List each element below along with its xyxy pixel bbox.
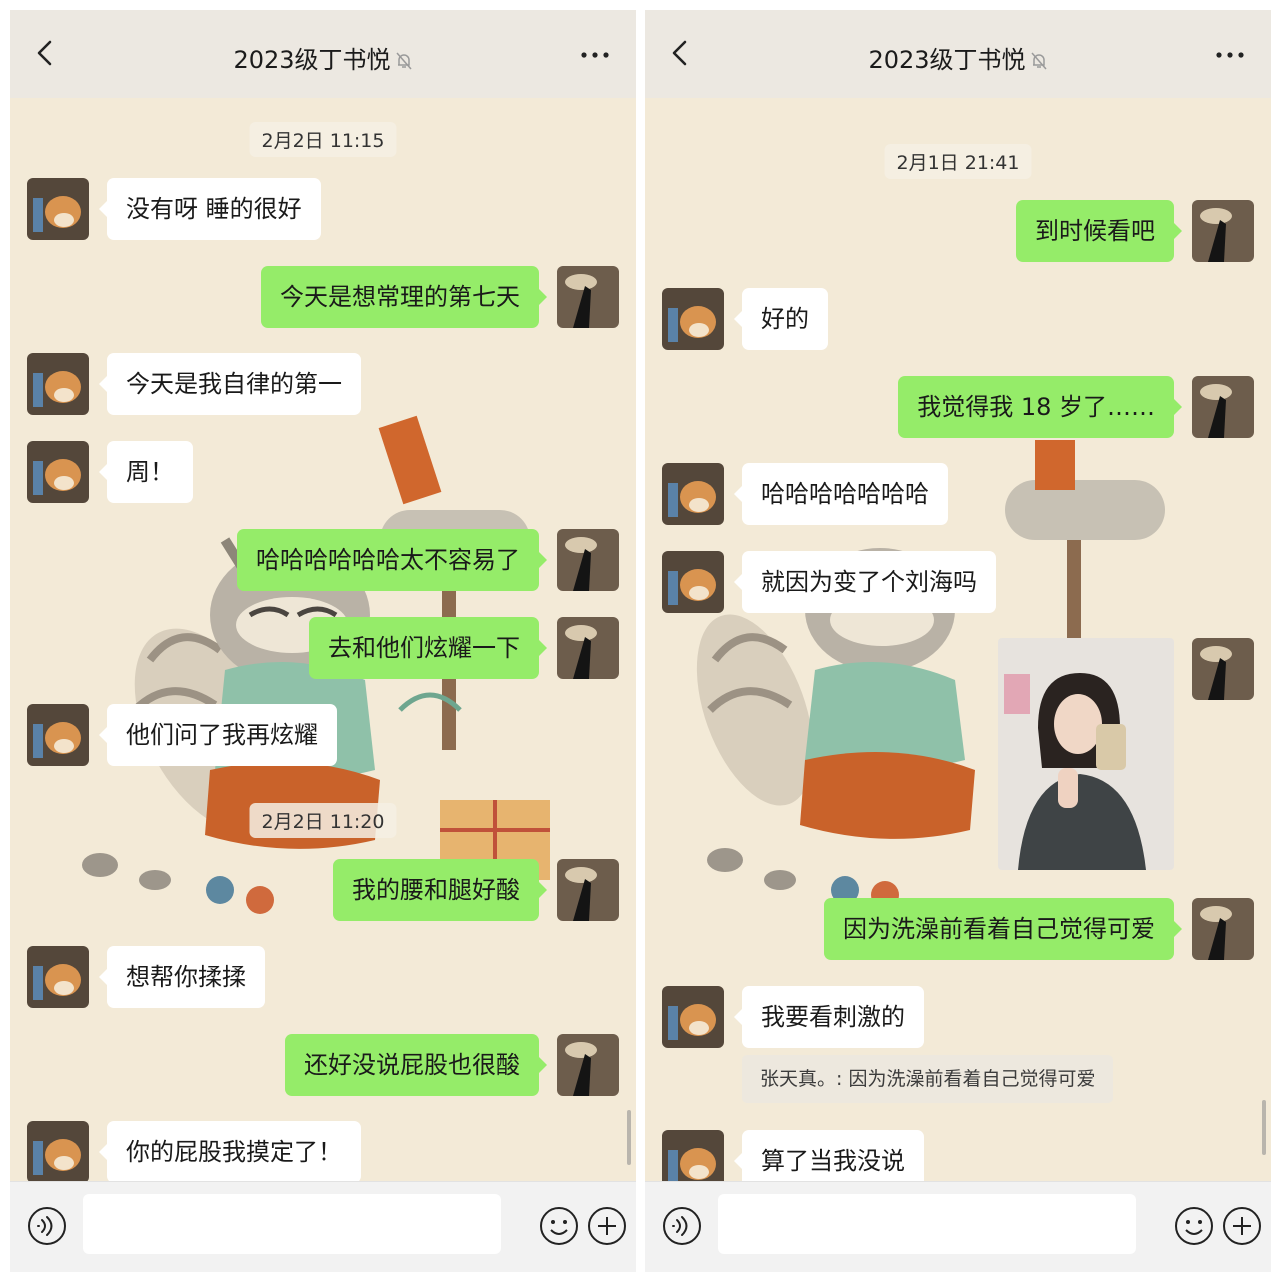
sent-photo[interactable] bbox=[998, 638, 1174, 870]
contact-avatar[interactable] bbox=[27, 353, 89, 415]
chat-screen-left: 2023级丁书悦 2月2日 11:15 没有呀 睡的很好 今天是想常理的第七天 … bbox=[10, 10, 636, 1272]
bell-slash-icon bbox=[395, 52, 412, 70]
scrollbar[interactable] bbox=[1262, 1100, 1266, 1155]
emoji-icon[interactable] bbox=[1174, 1206, 1214, 1246]
contact-avatar[interactable] bbox=[27, 946, 89, 1008]
message-bubble[interactable]: 他们问了我再炫耀 bbox=[99, 704, 337, 766]
contact-avatar[interactable] bbox=[662, 463, 724, 525]
contact-avatar[interactable] bbox=[662, 986, 724, 1048]
message-bubble[interactable]: 哈哈哈哈哈哈哈 bbox=[734, 463, 948, 525]
chat-title: 2023级丁书悦 bbox=[868, 46, 1026, 74]
contact-avatar[interactable] bbox=[27, 178, 89, 240]
message-bubble[interactable]: 哈哈哈哈哈哈太不容易了 bbox=[237, 529, 547, 591]
user-avatar[interactable] bbox=[557, 1034, 619, 1096]
input-bar bbox=[645, 1181, 1271, 1272]
message-bubble[interactable]: 今天是想常理的第七天 bbox=[261, 266, 547, 328]
message-bubble[interactable]: 就因为变了个刘海吗 bbox=[734, 551, 996, 613]
timestamp: 2月2日 11:20 bbox=[249, 803, 397, 838]
timestamp: 2月2日 11:15 bbox=[249, 122, 397, 157]
message-bubble[interactable]: 我觉得我 18 岁了…… bbox=[898, 376, 1182, 438]
message-bubble[interactable]: 还好没说屁股也很酸 bbox=[285, 1034, 547, 1096]
plus-circle-icon[interactable] bbox=[1222, 1206, 1262, 1246]
input-bar bbox=[10, 1181, 636, 1272]
message-bubble[interactable]: 没有呀 睡的很好 bbox=[99, 178, 321, 240]
chat-title-wrap: 2023级丁书悦 bbox=[645, 40, 1271, 75]
timestamp: 2月1日 21:41 bbox=[884, 144, 1032, 179]
message-bubble[interactable]: 到时候看吧 bbox=[1016, 200, 1182, 262]
contact-avatar[interactable] bbox=[27, 441, 89, 503]
user-avatar[interactable] bbox=[1192, 200, 1254, 262]
chat-title-wrap: 2023级丁书悦 bbox=[10, 40, 636, 75]
ellipsis-icon[interactable] bbox=[580, 50, 610, 60]
voice-input-icon[interactable] bbox=[27, 1206, 67, 1246]
message-bubble[interactable]: 好的 bbox=[734, 288, 828, 350]
voice-input-icon[interactable] bbox=[662, 1206, 702, 1246]
scrollbar[interactable] bbox=[627, 1110, 631, 1165]
chat-title: 2023级丁书悦 bbox=[233, 46, 391, 74]
message-bubble[interactable]: 想帮你揉揉 bbox=[99, 946, 265, 1008]
user-avatar[interactable] bbox=[1192, 898, 1254, 960]
contact-avatar[interactable] bbox=[662, 288, 724, 350]
bell-slash-icon bbox=[1030, 52, 1047, 70]
user-avatar[interactable] bbox=[557, 266, 619, 328]
chat-screen-right: 2023级丁书悦 2月1日 21:41 到时候看吧 好的 我觉得我 18 岁了…… bbox=[645, 10, 1271, 1272]
message-input[interactable] bbox=[718, 1194, 1136, 1254]
ellipsis-icon[interactable] bbox=[1215, 50, 1245, 60]
message-bubble[interactable]: 去和他们炫耀一下 bbox=[309, 617, 547, 679]
message-bubble[interactable]: 我的腰和腿好酸 bbox=[333, 859, 547, 921]
plus-circle-icon[interactable] bbox=[587, 1206, 627, 1246]
emoji-icon[interactable] bbox=[539, 1206, 579, 1246]
user-avatar[interactable] bbox=[1192, 638, 1254, 700]
chat-header: 2023级丁书悦 bbox=[645, 10, 1271, 98]
message-bubble[interactable]: 周！ bbox=[99, 441, 193, 503]
message-bubble[interactable]: 今天是我自律的第一 bbox=[99, 353, 361, 415]
quoted-reply[interactable]: 张天真。: 因为洗澡前看着自己觉得可爱 bbox=[742, 1055, 1114, 1103]
user-avatar[interactable] bbox=[1192, 376, 1254, 438]
contact-avatar[interactable] bbox=[27, 1121, 89, 1183]
message-bubble[interactable]: 我要看刺激的 bbox=[734, 986, 924, 1048]
contact-avatar[interactable] bbox=[662, 551, 724, 613]
message-input[interactable] bbox=[83, 1194, 501, 1254]
user-avatar[interactable] bbox=[557, 529, 619, 591]
contact-avatar[interactable] bbox=[27, 704, 89, 766]
chat-header: 2023级丁书悦 bbox=[10, 10, 636, 98]
message-bubble[interactable]: 你的屁股我摸定了！ bbox=[99, 1121, 361, 1183]
user-avatar[interactable] bbox=[557, 859, 619, 921]
message-bubble[interactable]: 因为洗澡前看着自己觉得可爱 bbox=[824, 898, 1182, 960]
user-avatar[interactable] bbox=[557, 617, 619, 679]
